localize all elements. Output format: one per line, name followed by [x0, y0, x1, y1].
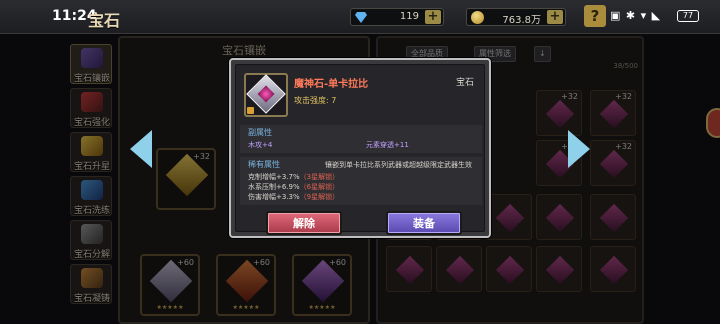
gem-type: 宝石 [455, 78, 474, 88]
rare-attr: 伤害增幅+3.3%（9星解锁） [248, 193, 340, 201]
coin-icon [471, 11, 484, 24]
remove-button[interactable]: 解除 [266, 211, 342, 235]
rare-description: 镶嵌到单卡拉比系列武器或超越级限定武器生效 [325, 161, 472, 169]
previous-arrow-icon[interactable] [130, 130, 152, 168]
top-bar: 11:24 宝石 119 + 763.8万 + ? ▣ ✱ ▾ ◣ 77 [0, 0, 720, 34]
next-arrow-icon[interactable] [568, 130, 590, 168]
gem-name: 魔神石-单卡拉比 [294, 79, 369, 90]
diamond-icon [355, 12, 367, 23]
gold-count: 763.8万 [502, 15, 541, 26]
system-status-icons: ▣ ✱ ▾ ◣ [610, 9, 662, 22]
gem-detail-dialog: 魔神石-单卡拉比 宝石 攻击强度: 7 副属性 木攻+4 元素穿透+11 稀有属… [229, 58, 491, 238]
add-gem-button[interactable]: + [425, 10, 441, 24]
rare-attributes: 稀有属性 镶嵌到单卡拉比系列武器或超越级限定武器生效 克制增幅+3.7%（3星解… [240, 157, 482, 205]
gem-item-icon [244, 73, 288, 117]
secondary-title: 副属性 [248, 128, 272, 137]
gem-count: 119 [399, 11, 419, 22]
secondary-attr: 木攻+4 [248, 141, 273, 149]
gold-resource: 763.8万 + [466, 8, 566, 26]
battery-indicator: 77 [677, 10, 699, 22]
help-button[interactable]: ? [584, 5, 606, 27]
rare-title: 稀有属性 [248, 160, 280, 169]
add-gold-button[interactable]: + [547, 10, 563, 24]
rare-attr: 水系压制+6.9%（6星解锁） [248, 183, 340, 191]
gem-detail-body: 魔神石-单卡拉比 宝石 攻击强度: 7 副属性 木攻+4 元素穿透+11 稀有属… [235, 64, 485, 235]
equip-button[interactable]: 装备 [386, 211, 462, 235]
gem-attack: 攻击强度: 7 [294, 96, 337, 105]
secondary-attr: 元素穿透+11 [366, 141, 409, 149]
gem-resource: 119 + [350, 8, 444, 26]
rare-attr: 克制增幅+3.7%（3星解锁） [248, 173, 340, 181]
secondary-attributes: 副属性 木攻+4 元素穿透+11 [240, 125, 482, 153]
page-title: 宝石 [88, 11, 121, 30]
lock-icon [247, 107, 254, 114]
